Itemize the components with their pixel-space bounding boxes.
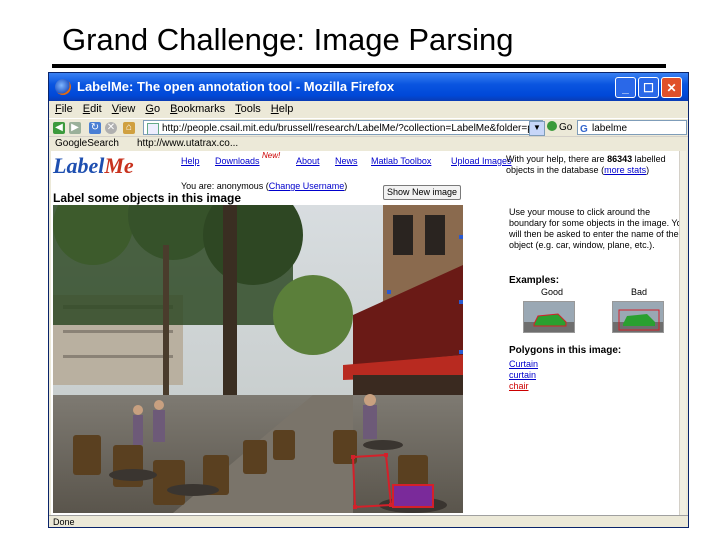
nav-link-about[interactable]: About	[296, 156, 320, 166]
menu-view[interactable]: View	[112, 101, 136, 118]
url-text: http://people.csail.mit.edu/brussell/res…	[162, 123, 543, 134]
new-badge: New!	[262, 151, 281, 160]
show-new-image-button[interactable]: Show New image	[383, 185, 462, 200]
examples-title: Examples:	[509, 275, 560, 286]
browser-window: LabelMe: The open annotation tool - Mozi…	[48, 72, 689, 528]
status-bar: Done	[49, 515, 688, 527]
slide-title: Grand Challenge: Image Parsing	[62, 22, 514, 57]
search-input[interactable]: G labelme	[577, 120, 687, 135]
menubar: File Edit View Go Bookmarks Tools Help	[49, 101, 688, 118]
minimize-button[interactable]: _	[615, 77, 636, 98]
logo-label: Label	[53, 153, 105, 178]
page-heading: Label some objects in this image	[53, 191, 242, 205]
back-icon[interactable]: ◀	[53, 122, 65, 134]
bad-example-label: Bad	[631, 287, 648, 297]
nav-link-upload-images[interactable]: Upload Images	[451, 156, 512, 166]
stats-count: 86343	[607, 154, 633, 164]
window-titlebar[interactable]: LabelMe: The open annotation tool - Mozi…	[49, 73, 688, 101]
page-icon	[147, 123, 159, 134]
url-dropdown-button[interactable]: ▼	[529, 121, 545, 136]
menu-bookmarks[interactable]: Bookmarks	[170, 101, 225, 118]
you-are-prefix: You are: anonymous (	[181, 181, 269, 191]
you-are-suffix: )	[344, 181, 348, 191]
logo-me: Me	[104, 153, 134, 178]
google-icon: G	[580, 124, 588, 135]
stats-prefix: With your help, there are	[506, 154, 605, 164]
go-label: Go	[559, 122, 573, 133]
bookmark-google-search[interactable]: GoogleSearch	[55, 137, 119, 151]
street-photo	[53, 205, 463, 513]
search-value: labelme	[592, 123, 628, 134]
instructions-text: Use your mouse to click around the bound…	[509, 207, 686, 250]
polygon-link-curtain-1[interactable]: Curtain	[509, 359, 538, 369]
bookmarks-toolbar: GoogleSearch http://www.utatrax.co...	[49, 136, 688, 151]
stop-icon[interactable]: ✕	[105, 122, 117, 134]
change-username-link[interactable]: Change Username	[269, 181, 345, 191]
vertical-scrollbar[interactable]	[679, 151, 686, 515]
polygon-link-chair[interactable]: chair	[509, 381, 529, 391]
bad-example-thumbnail	[612, 301, 664, 333]
database-stats: With your help, there are 86343 labelled…	[506, 154, 686, 176]
home-icon[interactable]: ⌂	[123, 122, 135, 134]
bookmark-utatrax[interactable]: http://www.utatrax.co...	[137, 137, 238, 151]
nav-link-help[interactable]: Help	[181, 156, 200, 166]
url-bar[interactable]: http://people.csail.mit.edu/brussell/res…	[143, 120, 543, 135]
forward-icon[interactable]: ▶	[69, 122, 81, 134]
menu-go[interactable]: Go	[145, 101, 160, 118]
reload-icon[interactable]: ↻	[89, 122, 101, 134]
close-button[interactable]: ✕	[661, 77, 682, 98]
nav-link-news[interactable]: News	[335, 156, 358, 166]
good-example-thumbnail	[523, 301, 575, 333]
firefox-icon	[55, 79, 71, 95]
go-button[interactable]: Go	[547, 121, 572, 133]
nav-link-matlab-toolbox[interactable]: Matlab Toolbox	[371, 156, 431, 166]
bad-example-image	[613, 302, 663, 332]
good-example-image	[524, 302, 574, 332]
polygon-link-curtain-2[interactable]: curtain	[509, 370, 536, 380]
title-underline	[52, 64, 666, 68]
good-example-label: Good	[541, 287, 564, 297]
navigation-toolbar: ◀ ▶ ↻ ✕ ⌂ http://people.csail.mit.edu/br…	[49, 118, 688, 137]
menu-file[interactable]: File	[55, 101, 73, 118]
go-icon	[547, 121, 557, 131]
nav-link-downloads[interactable]: Downloads	[215, 156, 260, 166]
page-content: LabelMe Help Downloads New! About News M…	[51, 151, 686, 515]
annotation-image[interactable]	[53, 205, 463, 513]
menu-tools[interactable]: Tools	[235, 101, 261, 118]
window-title: LabelMe: The open annotation tool - Mozi…	[77, 79, 395, 94]
more-stats-link[interactable]: more stats	[604, 165, 646, 175]
stats-suffix: )	[646, 165, 650, 175]
menu-edit[interactable]: Edit	[83, 101, 102, 118]
labelme-logo[interactable]: LabelMe	[53, 153, 143, 179]
polygons-title: Polygons in this image:	[509, 345, 622, 356]
maximize-button[interactable]: ☐	[638, 77, 659, 98]
user-info: You are: anonymous (Change Username)	[181, 181, 347, 191]
menu-help[interactable]: Help	[271, 101, 294, 118]
